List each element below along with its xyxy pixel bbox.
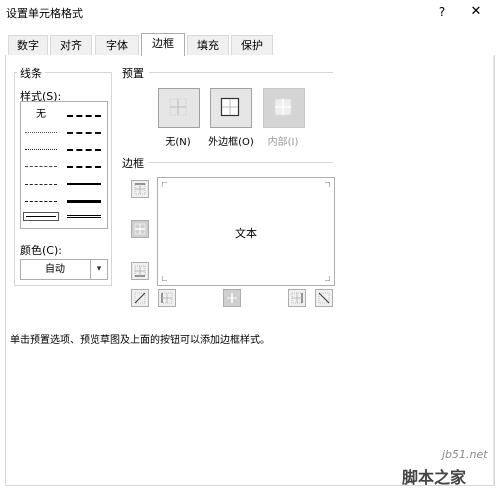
title-bar: 设置单元格格式 ? ✕ (0, 0, 500, 26)
tab-font[interactable]: 字体 (95, 35, 139, 55)
border-inside-horizontal-icon (134, 223, 146, 235)
presets-separator (149, 72, 333, 73)
border-inside-horizontal-button[interactable] (131, 220, 149, 238)
border-bottom-button[interactable] (131, 262, 149, 280)
border-top-button[interactable] (131, 180, 149, 198)
preset-inside-label: 内部(I) (267, 137, 299, 148)
tab-fill[interactable]: 填充 (187, 35, 229, 55)
border-inside-vertical-button[interactable] (223, 289, 241, 307)
preset-outline-icon (220, 97, 240, 117)
preview-corner-br (325, 276, 330, 281)
panel-edge (493, 56, 494, 486)
border-preview[interactable]: 文本 (157, 177, 335, 286)
line-style-dash-dot[interactable] (25, 184, 57, 185)
color-dropdown[interactable]: 自动 ▾ (20, 259, 108, 280)
preset-none-button[interactable] (158, 88, 200, 128)
line-style-medium-dash-dot-dot[interactable] (67, 115, 101, 117)
line-style-thin[interactable] (26, 216, 56, 217)
tab-alignment[interactable]: 对齐 (50, 35, 92, 55)
line-style-none[interactable]: 无 (26, 105, 56, 120)
diagonal-up-icon (134, 292, 146, 304)
preset-none-label: 无(N) (165, 137, 191, 148)
border-title: 边框 (119, 155, 147, 171)
help-button[interactable]: ? (432, 2, 452, 22)
chevron-down-icon[interactable]: ▾ (90, 260, 107, 279)
line-style-hair[interactable] (25, 132, 57, 133)
preset-none-icon (169, 98, 187, 116)
preview-corner-tr (325, 182, 330, 187)
border-diagonal-up-button[interactable] (131, 289, 149, 307)
dialog-title: 设置单元格格式 (6, 7, 83, 20)
border-diagonal-down-button[interactable] (315, 289, 333, 307)
border-bottom-icon (134, 265, 146, 277)
line-style-list[interactable]: 无 (20, 101, 108, 229)
color-value: 自动 (45, 264, 65, 275)
presets-title: 预置 (119, 65, 147, 81)
watermark-brand: 脚本之家 (402, 468, 467, 487)
preset-inside-icon (274, 98, 292, 116)
instruction-text: 单击预置选项、预览草图及上面的按钮可以添加边框样式。 (10, 335, 270, 346)
line-style-dash-dot-dot[interactable] (25, 166, 57, 167)
line-style-dashed[interactable] (25, 201, 57, 202)
preset-outline-label: 外边框(O) (208, 137, 254, 148)
line-style-medium[interactable] (67, 183, 101, 185)
line-style-thick[interactable] (67, 200, 101, 203)
border-left-icon (161, 292, 173, 304)
preview-corner-tl (162, 182, 167, 187)
line-style-medium-dash-dot[interactable] (67, 149, 101, 151)
preset-inside-button[interactable] (263, 88, 305, 128)
border-right-button[interactable] (288, 289, 306, 307)
border-left-button[interactable] (158, 289, 176, 307)
border-separator (149, 162, 333, 163)
color-label: 颜色(C): (20, 244, 62, 257)
border-inside-vertical-icon (227, 293, 237, 303)
line-style-medium-dashed[interactable] (67, 166, 101, 168)
tab-border[interactable]: 边框 (141, 33, 185, 56)
preset-outline-button[interactable] (210, 88, 252, 128)
close-button[interactable]: ✕ (466, 2, 486, 22)
preview-corner-bl (162, 276, 167, 281)
border-right-icon (291, 292, 303, 304)
border-top-icon (134, 183, 146, 195)
line-group-title: 线条 (17, 65, 45, 81)
tab-protection[interactable]: 保护 (231, 35, 273, 55)
tab-number[interactable]: 数字 (8, 35, 48, 55)
line-style-double[interactable] (67, 215, 101, 218)
watermark-site: jb51.net (442, 448, 488, 461)
preview-text: 文本 (235, 227, 257, 240)
line-style-slant-dash-dot[interactable] (67, 132, 101, 134)
diagonal-down-icon (318, 292, 330, 304)
line-style-dotted[interactable] (25, 149, 57, 150)
